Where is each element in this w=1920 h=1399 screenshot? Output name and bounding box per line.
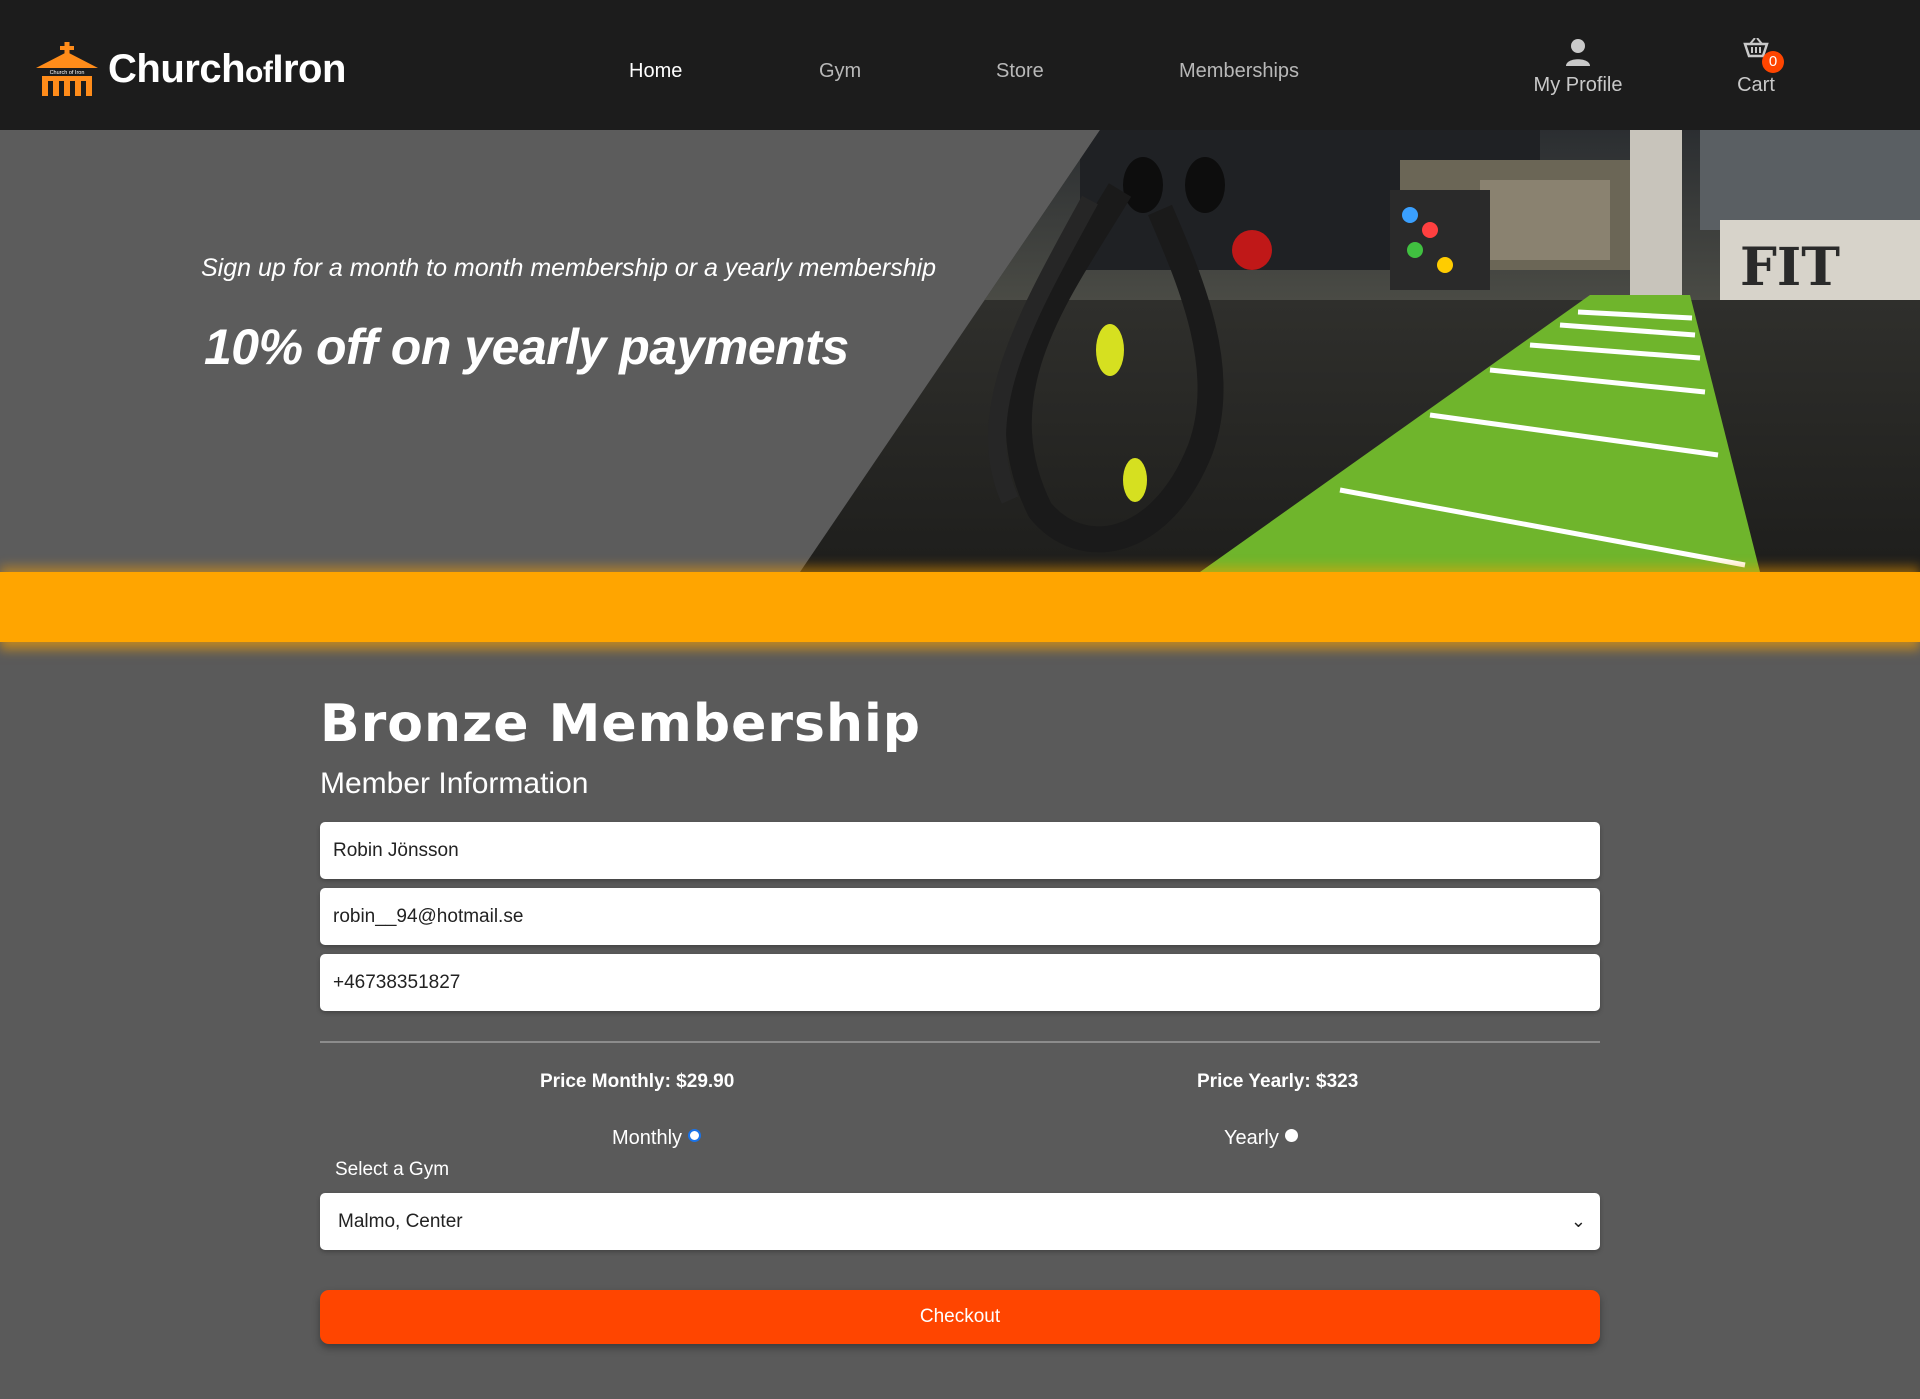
cart-label: Cart: [1737, 74, 1775, 96]
church-logo-icon: Church of Iron: [36, 42, 98, 96]
pricing-section: Price Monthly: $29.90 Price Yearly: $323…: [320, 1043, 1600, 1193]
gym-select-label: Select a Gym: [335, 1159, 450, 1180]
brand-name-part3: Iron: [272, 46, 346, 91]
yearly-option-label: Yearly: [1224, 1127, 1279, 1149]
phone-field[interactable]: [320, 954, 1600, 1011]
hero-title: 10% off on yearly payments: [204, 319, 849, 375]
monthly-option[interactable]: Monthly: [612, 1127, 702, 1150]
gym-select-value: Malmo, Center: [338, 1210, 463, 1232]
nav-memberships-link[interactable]: Memberships: [1179, 60, 1299, 83]
chevron-down-icon: ⌄: [1570, 1211, 1586, 1231]
price-monthly-label: Price Monthly: $29.90: [540, 1071, 735, 1092]
cart-link[interactable]: 0 Cart: [1729, 38, 1784, 97]
brand-name: ChurchofIron: [108, 47, 346, 92]
monthly-radio[interactable]: [688, 1129, 702, 1142]
price-yearly-label: Price Yearly: $323: [1197, 1071, 1359, 1092]
user-icon: [1566, 39, 1590, 66]
hero-banner: FIT Sign up for a month to month members…: [0, 130, 1920, 572]
navbar: Church of Iron ChurchofIron Home Gym Sto…: [0, 0, 1920, 130]
logo-text: Church of Iron: [50, 70, 85, 76]
nav-home-link[interactable]: Home: [629, 60, 682, 83]
nav-store-link[interactable]: Store: [996, 60, 1044, 83]
monthly-option-label: Monthly: [612, 1127, 683, 1149]
name-field[interactable]: [320, 822, 1600, 879]
cart-count-badge: 0: [1762, 51, 1784, 73]
hero-subtitle: Sign up for a month to month membership …: [201, 254, 937, 282]
accent-band: [0, 572, 1920, 642]
brand-logo-link[interactable]: Church of Iron ChurchofIron: [36, 42, 346, 96]
brand-name-part2: of: [245, 55, 273, 89]
yearly-option[interactable]: Yearly: [1224, 1127, 1298, 1150]
fit-sign-text: FIT: [1740, 237, 1840, 298]
brand-name-part1: Church: [108, 46, 246, 91]
my-profile-link[interactable]: My Profile: [1532, 38, 1624, 97]
checkout-button[interactable]: Checkout: [320, 1290, 1600, 1344]
plan-title: Bronze Membership: [320, 694, 922, 754]
nav-gym-link[interactable]: Gym: [819, 60, 861, 83]
membership-form: Bronze Membership Member Information Pri…: [320, 690, 1600, 1344]
gym-select[interactable]: Malmo, Center ⌄: [320, 1193, 1600, 1250]
section-title: Member Information: [320, 767, 589, 800]
my-profile-label: My Profile: [1533, 74, 1623, 96]
email-field[interactable]: [320, 888, 1600, 945]
yearly-radio[interactable]: [1284, 1129, 1298, 1142]
